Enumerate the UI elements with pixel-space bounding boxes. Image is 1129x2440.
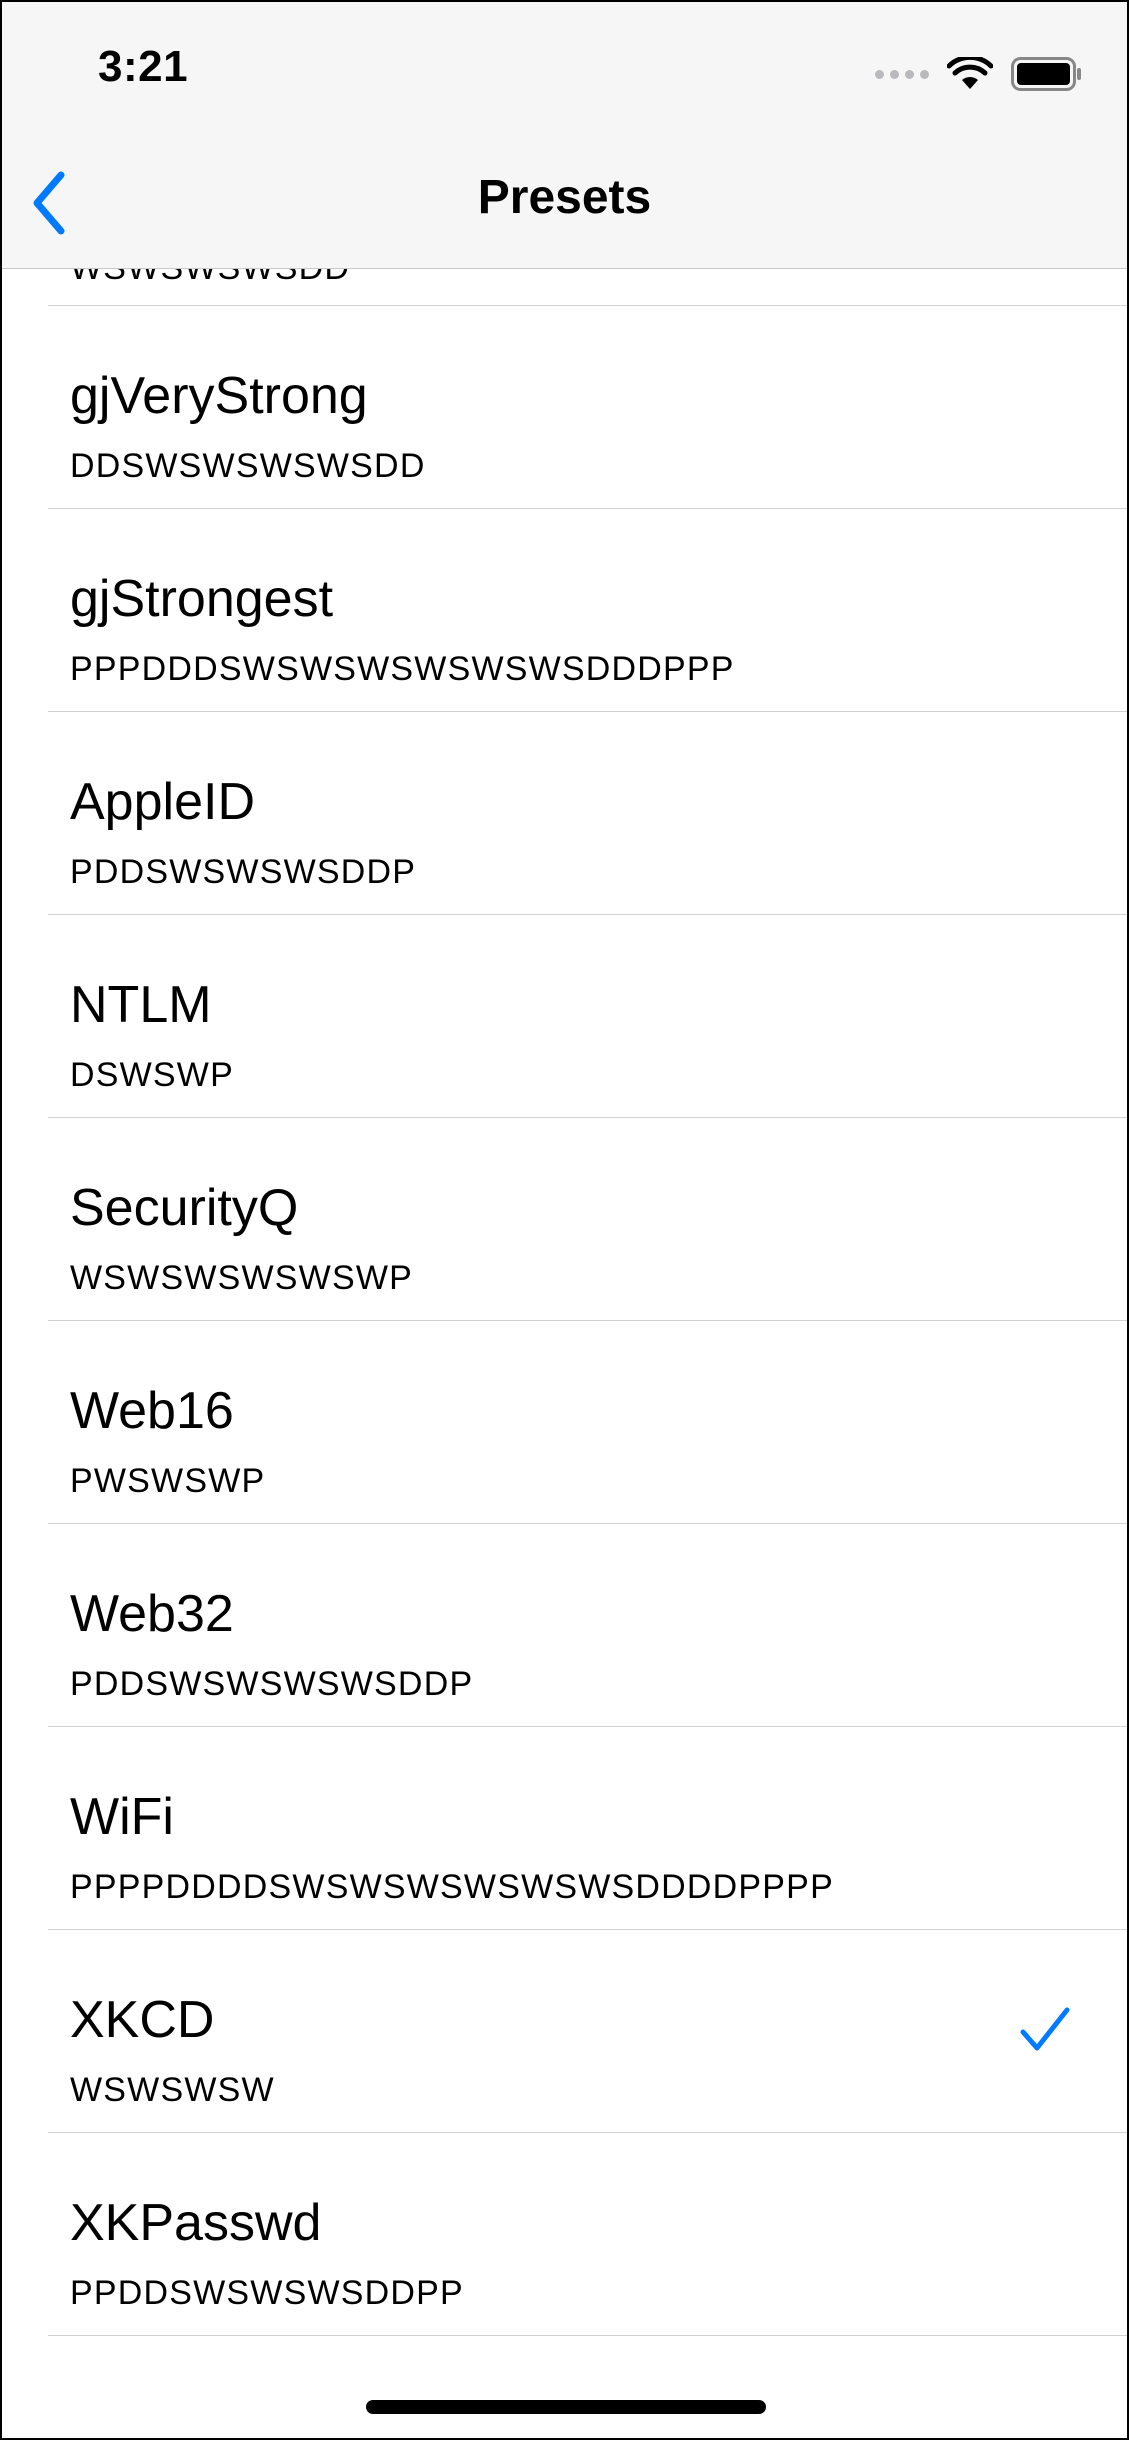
- preset-pattern: PWSWSWP: [70, 1462, 266, 1500]
- row-separator: [48, 2335, 1127, 2336]
- list-item-securityq[interactable]: SecurityQ WSWSWSWSWSWP: [2, 1118, 1127, 1321]
- preset-pattern: DDSWSWSWSWSDD: [70, 447, 426, 485]
- list-item-appleid[interactable]: AppleID PDDSWSWSWSDDP: [2, 712, 1127, 915]
- preset-pattern: PDDSWSWSWSWSDDP: [70, 1665, 474, 1703]
- preset-name: NTLM: [70, 976, 212, 1034]
- cellular-signal-icon: [875, 69, 929, 79]
- preset-name: Web16: [70, 1382, 234, 1440]
- status-indicators: [875, 52, 1083, 96]
- preset-name: AppleID: [70, 773, 255, 831]
- preset-pattern: PDDSWSWSWSDDP: [70, 853, 417, 891]
- list-item-web16[interactable]: Web16 PWSWSWP: [2, 1321, 1127, 1524]
- wifi-icon: [947, 57, 993, 89]
- app-screen: WSWSWSWSDD gjVeryStrong DDSWSWSWSWSDD gj…: [0, 0, 1129, 2440]
- preset-pattern: WSWSWSWSWSWP: [70, 1259, 414, 1297]
- preset-name: gjStrongest: [70, 570, 334, 628]
- battery-icon: [1011, 57, 1081, 91]
- preset-name: XKPasswd: [70, 2194, 322, 2252]
- preset-pattern: PPPPDDDDSWSWSWSWSWSWSDDDDPPPP: [70, 1868, 834, 1906]
- list-item-ntlm[interactable]: NTLM DSWSWP: [2, 915, 1127, 1118]
- navigation-header: 3:21 Presets: [2, 2, 1127, 269]
- preset-pattern: DSWSWP: [70, 1056, 234, 1094]
- preset-pattern: PPPDDDSWSWSWSWSWSWSDDDPPP: [70, 650, 735, 688]
- preset-pattern: PPDDSWSWSWSDDPP: [70, 2274, 464, 2312]
- list-item-xkcd[interactable]: XKCD WSWSWSW: [2, 1930, 1127, 2133]
- preset-name: XKCD: [70, 1991, 215, 2049]
- preset-name: SecurityQ: [70, 1179, 299, 1237]
- preset-name: Web32: [70, 1585, 234, 1643]
- checkmark-icon: [1020, 2007, 1070, 2051]
- preset-pattern: WSWSWSW: [70, 2071, 275, 2109]
- page-title: Presets: [477, 171, 652, 224]
- list-item-web32[interactable]: Web32 PDDSWSWSWSWSDDP: [2, 1524, 1127, 1727]
- list-item-gjstrongest[interactable]: gjStrongest PPPDDDSWSWSWSWSWSWSDDDPPP: [2, 509, 1127, 712]
- list-item-wifi[interactable]: WiFi PPPPDDDDSWSWSWSWSWSWSDDDDPPPP: [2, 1727, 1127, 1930]
- list-item-gjverystrong[interactable]: gjVeryStrong DDSWSWSWSWSDD: [2, 306, 1127, 509]
- list-item-xkpasswd[interactable]: XKPasswd PPDDSWSWSWSDDPP: [2, 2133, 1127, 2336]
- preset-name: WiFi: [70, 1788, 174, 1846]
- home-indicator[interactable]: [366, 2400, 766, 2414]
- status-time: 3:21: [98, 42, 189, 91]
- preset-name: gjVeryStrong: [70, 367, 368, 425]
